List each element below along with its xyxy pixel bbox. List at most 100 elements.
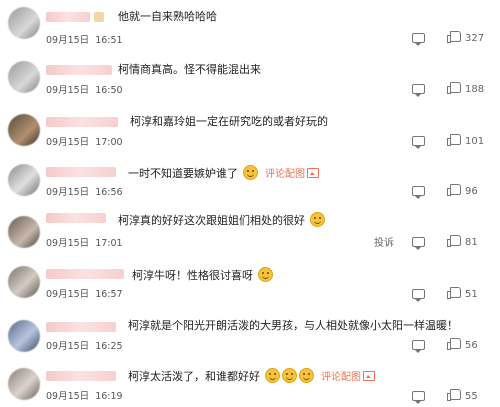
like-button[interactable]: 51 [447,287,478,300]
avatar[interactable] [8,164,40,196]
like-count: 188 [465,84,485,95]
comment-time: 16:25 [95,341,123,352]
avatar[interactable] [8,368,40,400]
comment-meta: 09月15日 16:57 [46,286,129,300]
username-blurred[interactable] [46,322,116,332]
comment-item: 柯淳就是个阳光开朗活泼的大男孩，与人相处就像小太阳一样温暖！ 09月15日 16:… [0,314,500,364]
like-button[interactable]: 327 [447,31,485,44]
like-button[interactable]: 96 [447,184,478,197]
username-blurred[interactable] [46,371,116,381]
comment-text: 柯淳太活泼了，和谁都好好 评论配图 [128,368,375,385]
heart-eyes-emoji-icon [264,368,280,383]
comment-text: 柯淳就是个阳光开朗活泼的大男孩，与人相处就像小太阳一样温暖！ [128,319,458,332]
comment-text-body: 一时不知道要嫉妒谁了 [128,167,238,180]
comment-time: 16:50 [95,85,123,96]
comment-item: 他就一自来熟哈哈哈 09月15日 16:51 327 [0,0,500,50]
username-blurred[interactable] [46,213,106,223]
comment-icon[interactable] [412,237,425,250]
comment-date: 09月15日 [46,85,90,96]
comment-date: 09月15日 [46,35,90,46]
like-button[interactable]: 81 [447,235,478,248]
like-count: 101 [465,136,485,147]
like-count: 327 [465,33,485,44]
image-icon [307,168,319,178]
smiley-emoji-icon [242,165,258,180]
avatar[interactable] [8,216,40,248]
thumbs-up-icon [447,184,461,196]
comment-time: 17:00 [95,137,123,148]
comment-item: 柯淳牛呀！性格很讨喜呀 09月15日 16:57 51 [0,262,500,312]
username-blurred[interactable] [46,269,124,279]
heart-eyes-emoji-icon [281,368,297,383]
like-count: 96 [465,186,478,197]
comment-date: 09月15日 [46,187,90,198]
user-badge [94,12,104,22]
comment-date: 09月15日 [46,289,90,300]
comment-icon[interactable] [412,136,425,149]
comment-meta: 09月15日 16:19 [46,388,129,402]
comment-icon[interactable] [412,186,425,199]
username-blurred[interactable] [46,12,90,22]
comment-pic-link[interactable]: 评论配图 [321,371,375,383]
comment-meta: 09月15日 17:01 [46,235,129,249]
like-button[interactable]: 101 [447,134,485,147]
comment-icon[interactable] [412,289,425,302]
thumbs-up-icon [447,134,461,146]
thumbs-up-icon [447,82,461,94]
comment-icon[interactable] [412,340,425,353]
report-button[interactable]: 投诉 [374,234,394,249]
comment-icon[interactable] [412,33,425,46]
comment-time: 16:51 [95,35,123,46]
comment-text: 他就一自来熟哈哈哈 [118,10,217,23]
like-button[interactable]: 55 [447,389,478,402]
avatar[interactable] [8,7,40,39]
comment-item: 柯淳太活泼了，和谁都好好 评论配图 09月15日 16:19 55 [0,362,500,407]
pic-link-label: 评论配图 [321,372,361,383]
comment-text-body: 柯淳牛呀！性格很讨喜呀 [132,269,253,282]
comment-item: 柯情商真高。怪不得能混出来 09月15日 16:50 188 [0,52,500,102]
avatar[interactable] [8,320,40,352]
like-button[interactable]: 188 [447,82,485,95]
comment-icon[interactable] [412,84,425,97]
like-count: 81 [465,237,478,248]
comment-item: 柯淳和嘉玲姐一定在研究吃的或者好玩的 09月15日 17:00 101 [0,104,500,154]
like-count: 56 [465,340,478,351]
thumbs-up-icon [447,287,461,299]
username-blurred[interactable] [46,117,118,127]
comment-meta: 09月15日 16:56 [46,184,129,198]
comment-meta: 09月15日 16:25 [46,338,129,352]
like-count: 51 [465,289,478,300]
thumbs-up-icon [447,31,461,43]
avatar[interactable] [8,61,40,93]
comment-time: 16:57 [95,289,123,300]
comment-meta: 09月15日 16:51 [46,32,129,46]
comment-text: 柯淳和嘉玲姐一定在研究吃的或者好玩的 [130,115,328,128]
comment-item: 一时不知道要嫉妒谁了 评论配图 09月15日 16:56 96 [0,158,500,208]
comment-pic-link[interactable]: 评论配图 [265,168,319,180]
smiley-emoji-icon [257,267,273,282]
comment-icon[interactable] [412,391,425,404]
comment-text: 柯情商真高。怪不得能混出来 [118,63,261,76]
comment-text-body: 柯淳真的好好这次跟姐姐们相处的很好 [118,214,305,227]
comment-time: 16:19 [95,391,123,402]
avatar[interactable] [8,266,40,298]
username-blurred[interactable] [46,65,112,75]
heart-eyes-emoji-icon [298,368,314,383]
comment-date: 09月15日 [46,341,90,352]
thumbs-up-icon [447,338,461,350]
comment-date: 09月15日 [46,391,90,402]
thumbs-up-icon [447,389,461,401]
comment-text: 一时不知道要嫉妒谁了 评论配图 [128,165,319,182]
comment-text: 柯淳牛呀！性格很讨喜呀 [132,267,274,283]
comment-time: 16:56 [95,187,123,198]
avatar[interactable] [8,114,40,146]
comment-text: 柯淳真的好好这次跟姐姐们相处的很好 [118,212,326,228]
comment-meta: 09月15日 17:00 [46,134,129,148]
pic-link-label: 评论配图 [265,169,305,180]
comment-time: 17:01 [95,238,123,249]
like-button[interactable]: 56 [447,338,478,351]
thumbs-up-icon [447,235,461,247]
comment-list: 他就一自来熟哈哈哈 09月15日 16:51 327 柯情商真高。怪不得能混出来 … [0,0,500,407]
comment-item: 柯淳真的好好这次跟姐姐们相处的很好 09月15日 17:01 投诉 81 [0,208,500,258]
username-blurred[interactable] [46,167,116,177]
